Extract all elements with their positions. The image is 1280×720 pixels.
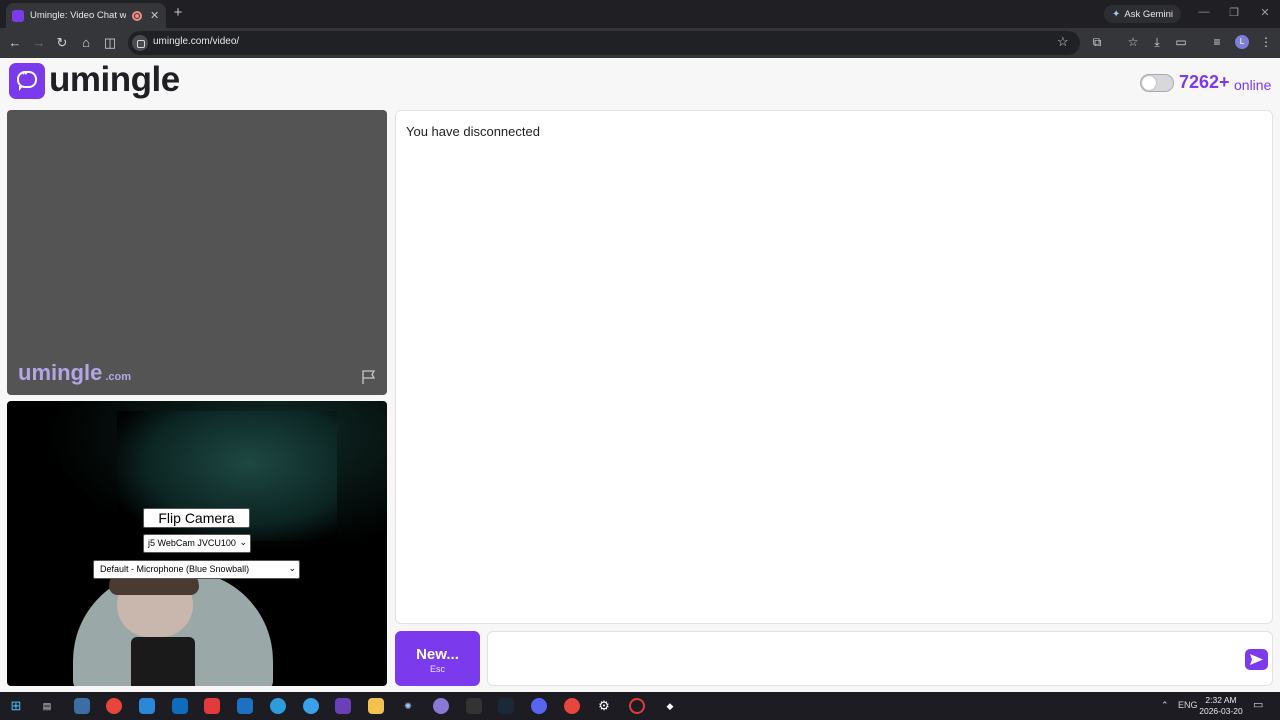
theme-toggle[interactable]	[1140, 74, 1174, 92]
watermark-domain: .com	[105, 371, 132, 383]
app-icon-3[interactable]	[139, 698, 155, 714]
bookmark-star-icon[interactable]: ☆	[1057, 34, 1069, 50]
close-tab-icon[interactable]: ✕	[150, 9, 159, 22]
new-chat-shortcut: Esc	[429, 664, 445, 674]
forward-icon[interactable]: →	[30, 34, 48, 52]
logo-icon[interactable]	[9, 63, 45, 99]
clock-date: 2026-03-20	[1199, 706, 1243, 716]
flip-camera-button[interactable]: Flip Camera	[143, 508, 250, 528]
chat-status-message: You have disconnected	[406, 124, 540, 139]
app-icon-20[interactable]: ◆	[662, 698, 678, 714]
microphone-select[interactable]: Default - Microphone (Blue Snowball) ⌄	[93, 560, 300, 579]
chrome-active-icon[interactable]	[564, 698, 580, 714]
site-info-icon[interactable]	[132, 35, 148, 51]
task-view-icon[interactable]: ▤	[39, 698, 55, 714]
app-icon-7[interactable]	[270, 698, 286, 714]
chevron-down-icon: ⌄	[239, 537, 247, 547]
self-video: Flip Camera j5 WebCam JVCU100 ⌄ Default …	[7, 401, 387, 686]
clock-time: 2:32 AM	[1205, 695, 1237, 705]
app-icon-5[interactable]	[204, 698, 220, 714]
camera-select[interactable]: j5 WebCam JVCU100 ⌄	[143, 534, 251, 553]
app-icon-1[interactable]	[74, 698, 90, 714]
tab-title: Umingle: Video Chat with S	[30, 10, 126, 21]
video-watermark: umingle .com	[18, 360, 131, 386]
online-count: 7262+	[1179, 72, 1230, 92]
online-label: online	[1234, 77, 1272, 93]
ask-gemini-label: Ask Gemini	[1124, 8, 1173, 20]
app-icon-12[interactable]	[433, 698, 449, 714]
settings-icon[interactable]: ⚙	[596, 698, 612, 714]
discord-icon[interactable]	[531, 698, 547, 714]
app-icon-8[interactable]	[303, 698, 319, 714]
restore-icon[interactable]: ❐	[1227, 6, 1241, 19]
outlook-icon[interactable]	[172, 698, 188, 714]
ask-gemini-button[interactable]: ✦ Ask Gemini	[1104, 5, 1181, 23]
send-icon	[1250, 654, 1263, 665]
cast-icon[interactable]: ▭	[1173, 35, 1189, 49]
browser-tab[interactable]: Umingle: Video Chat with S ✕	[6, 3, 166, 28]
tray-overflow-icon[interactable]: ⌃	[1161, 700, 1169, 711]
address-bar[interactable]: umingle.com/video/ ☆	[128, 31, 1080, 55]
bookmarks-icon[interactable]: ☆	[1125, 35, 1141, 49]
new-chat-button[interactable]: New... Esc	[395, 631, 480, 686]
start-icon[interactable]: ⊞	[8, 698, 24, 714]
logo-text[interactable]: umingle	[49, 60, 180, 100]
page-content: umingle 7262+ online umingle.com Flip Ca…	[0, 58, 1280, 692]
chat-bubble-tail	[19, 86, 23, 91]
home-icon[interactable]: ⌂	[77, 34, 95, 52]
watermark-main: umingle	[18, 360, 103, 385]
split-view-icon[interactable]: ◫	[101, 34, 119, 52]
minimize-icon[interactable]: —	[1197, 6, 1211, 18]
browser-toolbar: ← → ↻ ⌂ ◫ umingle.com/video/ ☆ ⧉ ☆ ⤓ ▭ ≡…	[0, 28, 1280, 58]
stranger-video: umingle .com	[7, 110, 387, 395]
taskbar-clock[interactable]: 2:32 AM 2026-03-20	[1198, 695, 1244, 717]
microphone-select-value: Default - Microphone (Blue Snowball)	[100, 564, 250, 574]
recording-icon	[132, 10, 142, 21]
notifications-icon[interactable]: ▭	[1253, 698, 1263, 711]
os-taskbar: ⊞ ▤ ✺ ⚙ ◆ ⌃ ENG 2:32 AM 2026-03-20 ▭	[0, 692, 1280, 720]
chrome-icon[interactable]	[106, 698, 122, 714]
extensions-icon[interactable]: ⧉	[1089, 35, 1105, 50]
message-input[interactable]	[487, 631, 1273, 686]
camera-select-value: j5 WebCam JVCU100	[148, 538, 236, 548]
chevron-down-icon: ⌄	[288, 563, 296, 573]
app-icon-9[interactable]	[335, 698, 351, 714]
app-icon-6[interactable]	[237, 698, 253, 714]
back-icon[interactable]: ←	[6, 34, 24, 52]
language-indicator[interactable]: ENG	[1178, 700, 1198, 710]
profile-avatar[interactable]: L	[1235, 35, 1249, 49]
steam-icon[interactable]	[498, 698, 514, 714]
app-icon-11[interactable]: ✺	[400, 698, 416, 714]
new-tab-button[interactable]: +	[170, 4, 186, 22]
file-explorer-icon[interactable]	[368, 698, 384, 714]
chat-log: You have disconnected	[395, 110, 1273, 624]
gemini-icon: ✦	[1112, 8, 1121, 20]
menu-icon[interactable]: ⋮	[1258, 35, 1274, 49]
reload-icon[interactable]: ↻	[53, 34, 71, 52]
webcam-person-shirt	[131, 637, 195, 686]
send-button[interactable]	[1245, 649, 1268, 670]
download-icon[interactable]: ⤓	[1149, 35, 1165, 50]
browser-tab-strip: Umingle: Video Chat with S ✕ + ✦ Ask Gem…	[0, 0, 1280, 28]
close-window-icon[interactable]: ✕	[1258, 6, 1272, 19]
report-flag-icon[interactable]	[361, 369, 377, 385]
app-icon-19[interactable]	[629, 698, 645, 714]
url-text: umingle.com/video/	[153, 36, 240, 47]
epic-games-icon[interactable]	[466, 698, 482, 714]
site-favicon-icon	[12, 9, 24, 22]
reading-list-icon[interactable]: ≡	[1209, 35, 1225, 49]
new-chat-label: New...	[416, 646, 459, 663]
